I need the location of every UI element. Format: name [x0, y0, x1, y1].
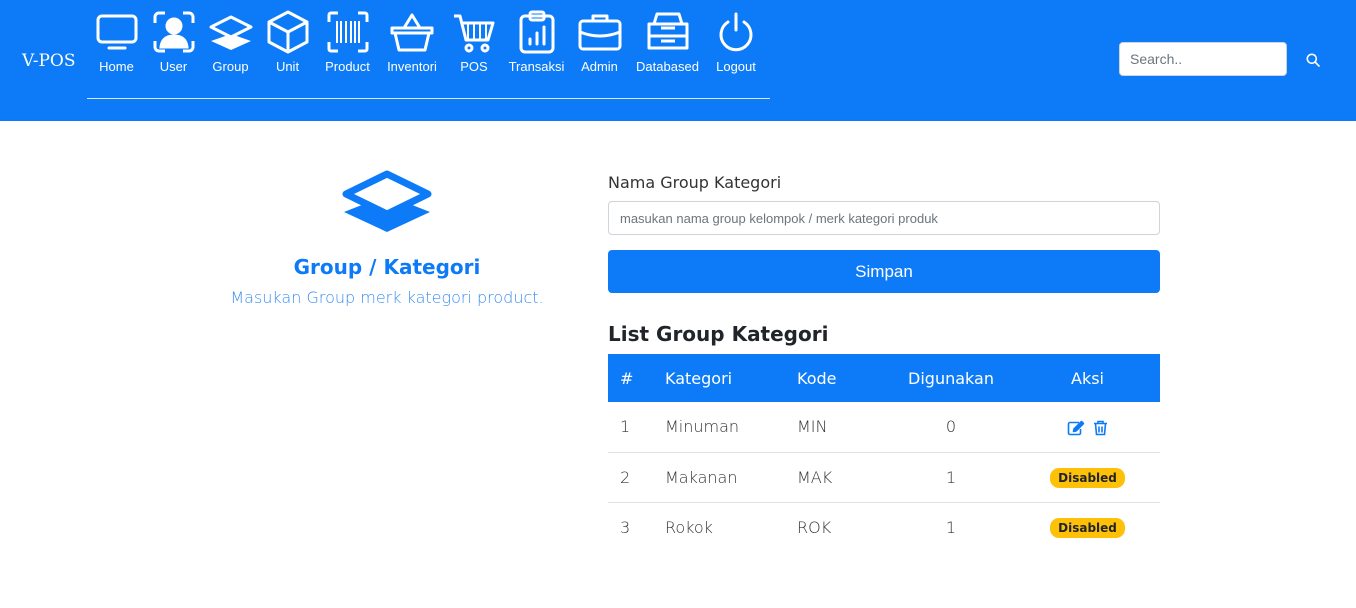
briefcase-icon: [578, 10, 622, 54]
group-table: # Kategori Kode Digunakan Aksi 1 Minuman…: [608, 354, 1160, 552]
edit-icon[interactable]: [1067, 420, 1085, 436]
nav-item-databased[interactable]: Databased: [629, 10, 706, 80]
nav-item-user[interactable]: User: [145, 10, 202, 80]
nav-label: Unit: [275, 59, 300, 74]
nav-label: Home: [99, 59, 134, 74]
basket-icon: [390, 10, 434, 54]
cell-digunakan: 1: [887, 452, 1015, 503]
table-row: 1 Minuman MIN 0: [608, 402, 1160, 453]
table-row: 3 Rokok ROK 1 Disabled: [608, 502, 1160, 552]
nav-label: Logout: [716, 59, 756, 74]
nav-item-admin[interactable]: Admin: [570, 10, 629, 80]
cell-no: 2: [608, 452, 665, 503]
nav-label: POS: [460, 59, 488, 74]
status-badge: Disabled: [1050, 467, 1125, 488]
nav-item-pos[interactable]: POS: [445, 10, 503, 80]
nav-item-unit[interactable]: Unit: [259, 10, 316, 80]
inbox-icon: [646, 10, 690, 54]
nav-label: Transaksi: [508, 59, 565, 74]
top-navbar: V-POS Home User Group Unit Product Inven…: [0, 0, 1356, 121]
cell-kode: MAK: [797, 452, 887, 503]
column-header: #: [608, 354, 665, 402]
cell-aksi: [1015, 402, 1160, 453]
cart-icon: [452, 10, 496, 54]
nav-label: Group: [212, 59, 249, 74]
table-row: 2 Makanan MAK 1 Disabled: [608, 452, 1160, 503]
column-header: Kategori: [665, 354, 797, 402]
status-badge: Disabled: [1050, 517, 1125, 538]
nav-label: Admin: [581, 59, 618, 74]
group-form: Nama Group Kategori Simpan: [608, 172, 1160, 293]
cell-aksi: Disabled: [1015, 452, 1160, 503]
table-header-row: # Kategori Kode Digunakan Aksi: [608, 354, 1160, 402]
group-name-label: Nama Group Kategori: [608, 173, 782, 192]
nav-label: Product: [325, 59, 370, 74]
cell-kategori: Minuman: [665, 402, 797, 453]
cell-kode: ROK: [797, 517, 832, 537]
monitor-icon: [95, 10, 139, 54]
trash-icon[interactable]: [1093, 420, 1108, 436]
cell-kategori: Makanan: [665, 452, 797, 503]
cell-no: 1: [608, 402, 665, 453]
nav-item-inventori[interactable]: Inventori: [379, 10, 445, 80]
barcode-icon: [326, 10, 370, 54]
nav-label: User: [159, 59, 188, 74]
layers-icon: [200, 165, 574, 245]
nav-label: Inventori: [387, 59, 437, 74]
list-title: List Group Kategori: [608, 322, 829, 346]
search-icon: [1306, 52, 1320, 71]
column-header: Kode: [797, 354, 887, 402]
cell-digunakan: 0: [887, 402, 1015, 453]
power-icon: [714, 10, 758, 54]
search-button[interactable]: [1300, 48, 1326, 74]
page-subtitle: Masukan Group merk kategori product.: [230, 288, 544, 307]
cell-kode: MIN: [797, 402, 887, 453]
cell-no: 3: [620, 517, 631, 537]
group-name-input[interactable]: [608, 201, 1160, 235]
page-title: Group / Kategori: [293, 255, 481, 279]
layers-icon: [209, 10, 253, 54]
search-input[interactable]: [1119, 42, 1287, 76]
brand-logo-text[interactable]: V-POS: [22, 51, 75, 71]
nav-item-transaksi[interactable]: Transaksi: [503, 10, 570, 80]
cell-kategori: Rokok: [665, 517, 713, 537]
nav-item-product[interactable]: Product: [316, 10, 379, 80]
clipboard-chart-icon: [515, 10, 559, 54]
nav-item-group[interactable]: Group: [202, 10, 259, 80]
user-icon: [152, 10, 196, 54]
nav-divider: [87, 98, 770, 99]
nav-label: Databased: [636, 59, 699, 74]
cell-aksi: Disabled: [1015, 502, 1160, 552]
box-icon: [266, 10, 310, 54]
column-header: Digunakan: [887, 354, 1015, 402]
main-nav: Home User Group Unit Product Inventori P…: [88, 10, 766, 90]
cell-digunakan: 1: [945, 517, 957, 537]
nav-item-logout[interactable]: Logout: [706, 10, 766, 80]
column-header: Aksi: [1015, 354, 1160, 402]
page-hero: Group / Kategori Masukan Group merk kate…: [200, 165, 574, 307]
save-button[interactable]: Simpan: [608, 250, 1160, 293]
nav-item-home[interactable]: Home: [88, 10, 145, 80]
